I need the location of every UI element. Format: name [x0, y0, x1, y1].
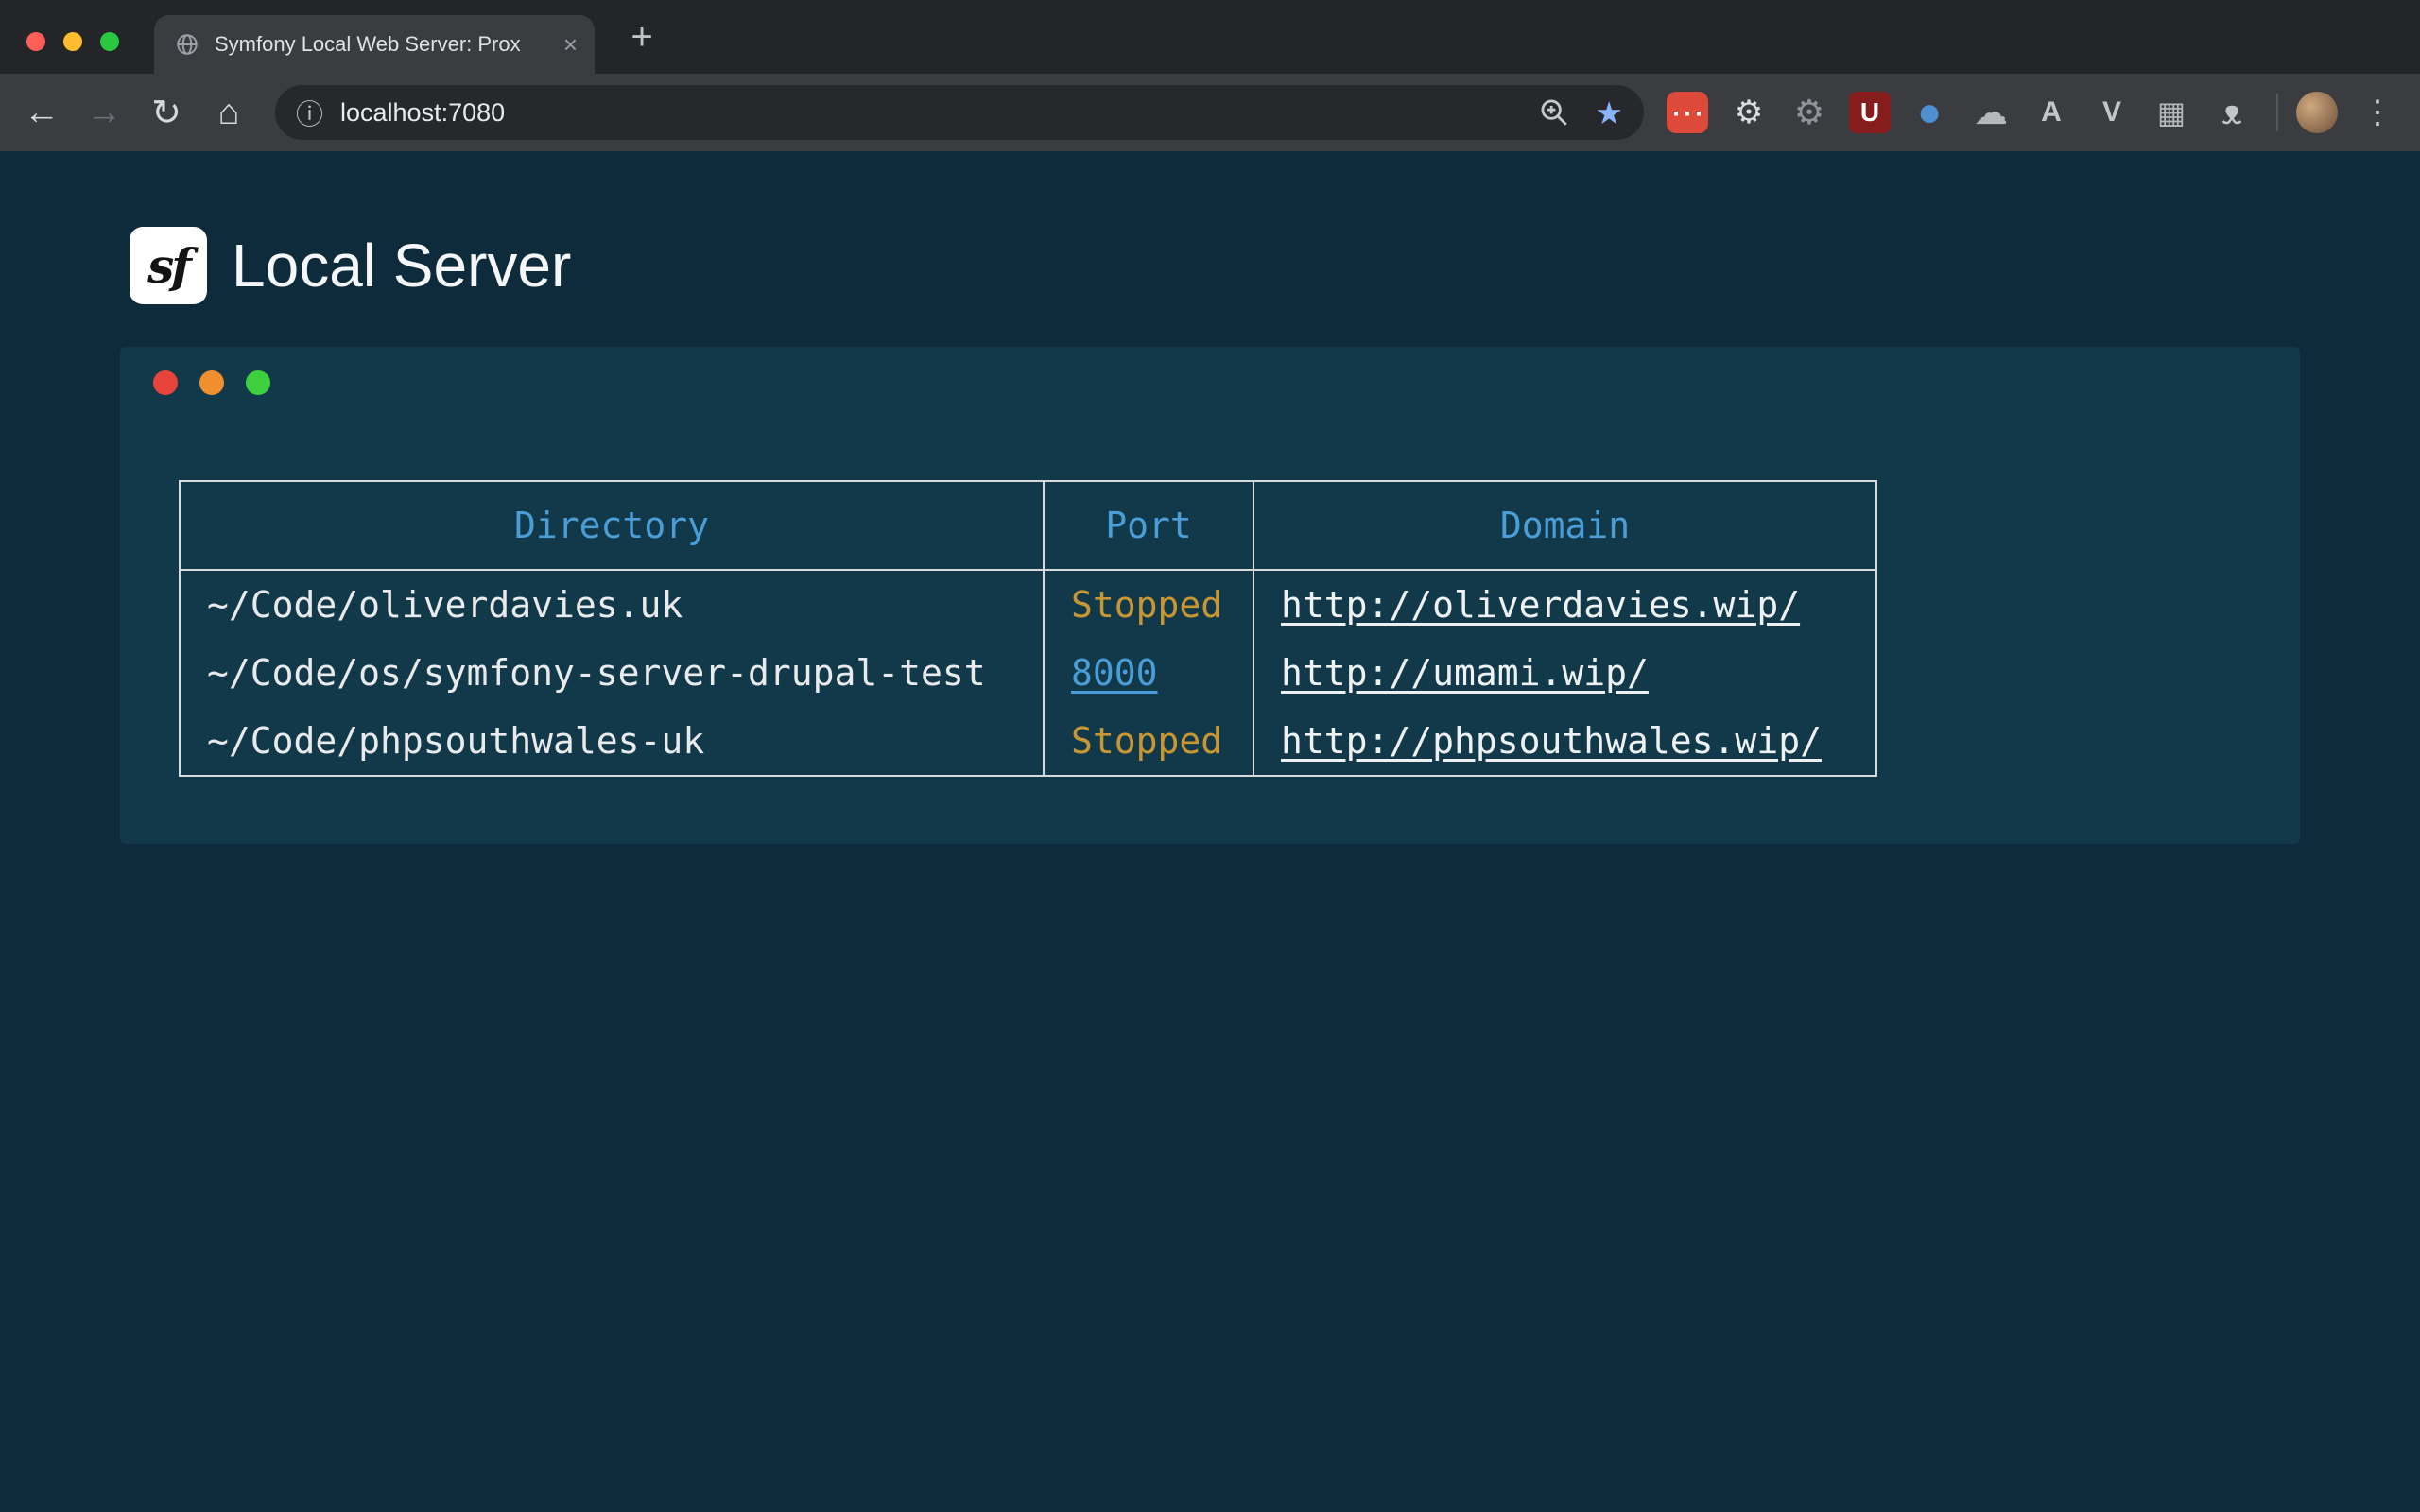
address-bar[interactable]: ⓘ localhost:7080 ★ [275, 85, 1644, 140]
url-text: localhost:7080 [340, 98, 505, 128]
directory-cell: ~/Code/oliverdavies.uk [181, 571, 1045, 639]
server-panel: Directory Port Domain ~/Code/oliverdavie… [120, 347, 2300, 844]
extension-octocat-icon[interactable]: ᴥ [2211, 92, 2253, 133]
header-port: Port [1045, 482, 1254, 569]
new-tab-button[interactable]: + [621, 16, 663, 58]
symfony-logo: sf [130, 227, 207, 304]
domain-link[interactable]: http://umami.wip/ [1281, 652, 1649, 694]
window-zoom-button[interactable] [100, 32, 119, 51]
page-content: sf Local Server Directory Port Domain ~/… [0, 151, 2420, 1512]
browser-window: Symfony Local Web Server: Prox × + ← → ↻… [0, 0, 2420, 1512]
header-directory: Directory [181, 482, 1045, 569]
panel-red-dot-icon [153, 370, 178, 395]
tab-close-icon[interactable]: × [563, 32, 578, 57]
tab-strip: Symfony Local Web Server: Prox × + [0, 0, 2420, 74]
window-minimize-button[interactable] [63, 32, 82, 51]
extension-letter-a-icon[interactable]: A [2031, 92, 2072, 133]
extension-dark-gear-icon[interactable]: ⚙ [1789, 92, 1830, 133]
extension-light-gear-icon[interactable]: ⚙ [1728, 92, 1770, 133]
bookmark-star-icon[interactable]: ★ [1595, 97, 1623, 129]
servers-table: Directory Port Domain ~/Code/oliverdavie… [179, 480, 1877, 777]
domain-link[interactable]: http://oliverdavies.wip/ [1281, 584, 1800, 626]
page-title: Local Server [232, 227, 571, 304]
port-status: Stopped [1045, 571, 1254, 639]
extension-blue-circle-icon[interactable]: ● [1909, 92, 1950, 133]
extension-cloud-icon[interactable]: ☁ [1970, 92, 2012, 133]
profile-avatar[interactable] [2296, 92, 2338, 133]
extension-grid-icon[interactable]: ▦ [2151, 92, 2192, 133]
browser-menu-icon[interactable]: ⋮ [2357, 92, 2398, 133]
toolbar-separator [2276, 94, 2278, 131]
table-header-row: Directory Port Domain [181, 482, 1876, 571]
table-row: ~/Code/phpsouthwales-uk Stopped http://p… [181, 707, 1876, 775]
extension-red-dots-icon[interactable]: ⋯ [1667, 92, 1708, 133]
zoom-in-icon[interactable] [1538, 96, 1570, 129]
window-close-button[interactable] [26, 32, 45, 51]
extension-ublock-icon[interactable]: U [1849, 92, 1891, 133]
forward-icon[interactable]: → [78, 86, 130, 139]
tab-title: Symfony Local Web Server: Prox [215, 32, 563, 57]
table-row: ~/Code/oliverdavies.uk Stopped http://ol… [181, 571, 1876, 639]
reload-icon[interactable]: ↻ [140, 86, 193, 139]
port-status: Stopped [1045, 707, 1254, 775]
directory-cell: ~/Code/os/symfony-server-drupal-test [181, 639, 1045, 707]
back-icon[interactable]: ← [15, 86, 68, 139]
header-domain: Domain [1254, 482, 1876, 569]
site-info-icon[interactable]: ⓘ [296, 93, 323, 132]
browser-toolbar: ← → ↻ ⌂ ⓘ localhost:7080 ★ ⋯ ⚙ ⚙ U ● ☁ A… [0, 74, 2420, 151]
port-link[interactable]: 8000 [1071, 652, 1158, 694]
browser-tab[interactable]: Symfony Local Web Server: Prox × [154, 15, 595, 74]
extension-letter-v-icon[interactable]: V [2091, 92, 2133, 133]
directory-cell: ~/Code/phpsouthwales-uk [181, 707, 1045, 775]
tab-favicon-globe-icon [175, 32, 199, 57]
panel-orange-dot-icon [199, 370, 224, 395]
domain-link[interactable]: http://phpsouthwales.wip/ [1281, 720, 1822, 762]
panel-green-dot-icon [246, 370, 270, 395]
table-row: ~/Code/os/symfony-server-drupal-test 800… [181, 639, 1876, 707]
home-icon[interactable]: ⌂ [202, 86, 255, 139]
